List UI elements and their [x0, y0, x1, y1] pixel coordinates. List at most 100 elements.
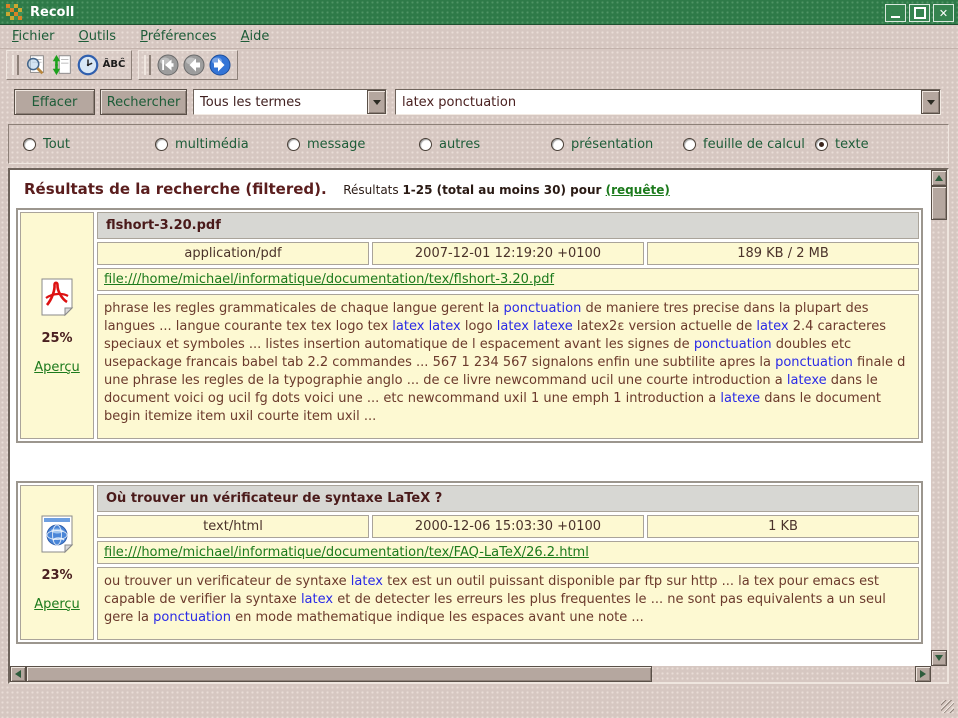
filter-option-texte[interactable]: texte [815, 137, 869, 152]
horizontal-scroll-thumb[interactable] [26, 666, 652, 682]
highlighted-term: latexe [720, 391, 760, 406]
next-page-icon [208, 53, 232, 77]
filter-option-présentation[interactable]: présentation [551, 137, 683, 152]
horizontal-scroll-track[interactable] [652, 666, 915, 682]
triangle-right-icon [920, 670, 926, 678]
vertical-scrollbar[interactable] [931, 170, 947, 666]
term-explorer-button[interactable]: ÂBĈ [101, 52, 127, 78]
results-list: 25% Aperçu flshort-3.20.pdf application/… [16, 208, 931, 644]
menu-item-preferences[interactable]: Préférences [128, 27, 228, 46]
search-mode-select[interactable]: Tous les termes [193, 89, 387, 115]
result-snippet: ou trouver un verificateur de syntaxe la… [97, 567, 919, 640]
next-page-button[interactable] [207, 52, 233, 78]
results-content: Résultats de la recherche (filtered). Ré… [10, 170, 931, 666]
highlighted-term: ponctuation [153, 610, 231, 625]
menu-item-aide[interactable]: Aide [229, 27, 282, 46]
filter-option-message[interactable]: message [287, 137, 419, 152]
vertical-scroll-thumb[interactable] [931, 186, 947, 220]
result-meta-row: application/pdf 2007-12-01 12:19:20 +010… [97, 242, 919, 265]
relevance-percent: 23% [41, 568, 72, 583]
result-url-link[interactable]: file:///home/michael/informatique/docume… [104, 545, 589, 560]
menu-accel: P [140, 29, 148, 44]
radio-icon[interactable] [155, 138, 168, 151]
filter-option-tout[interactable]: Tout [23, 137, 155, 152]
result-item: 23% Aperçu Où trouver un vérificateur de… [16, 481, 923, 644]
result-date: 2000-12-06 15:03:30 +0100 [372, 515, 644, 538]
query-link[interactable]: (requête) [606, 183, 670, 197]
chevron-down-icon[interactable] [367, 90, 386, 114]
filter-label: feuille de calcul [703, 137, 805, 152]
history-button[interactable] [75, 52, 101, 78]
results-count-prefix: Résultats [343, 183, 402, 197]
highlighted-term: latexe [533, 319, 573, 334]
toolbar-grip[interactable] [12, 55, 19, 75]
menu-accel: O [79, 29, 89, 44]
scroll-right-button[interactable] [915, 666, 931, 682]
preview-link[interactable]: Aperçu [34, 597, 80, 612]
result-date: 2007-12-01 12:19:20 +0100 [372, 242, 644, 265]
maximize-icon [914, 7, 926, 19]
triangle-down-icon [935, 655, 943, 661]
close-button[interactable]: ✕ [933, 4, 954, 22]
term-explorer-icon: ÂBĈ [103, 59, 126, 70]
result-side-column: 23% Aperçu [20, 485, 94, 640]
title-bar[interactable]: Recoll ✕ [0, 0, 958, 25]
new-search-button[interactable] [23, 52, 49, 78]
preview-link[interactable]: Aperçu [34, 360, 80, 375]
result-snippet: phrase les regles grammaticales de chaqu… [97, 294, 919, 439]
filter-option-feuille-de-calcul[interactable]: feuille de calcul [683, 137, 815, 152]
highlighted-term: ponctuation [694, 337, 772, 352]
radio-icon[interactable] [23, 138, 36, 151]
recoll-window: Recoll ✕ FichierOutilsPréférencesAide [0, 0, 958, 718]
triangle-left-icon [15, 670, 21, 678]
highlighted-term: ponctuation [775, 355, 853, 370]
close-icon: ✕ [939, 8, 948, 19]
scroll-up-button[interactable] [931, 170, 947, 186]
radio-icon[interactable] [683, 138, 696, 151]
result-side-column: 25% Aperçu [20, 212, 94, 439]
search-button[interactable]: Rechercher [100, 89, 187, 115]
result-size: 1 KB [647, 515, 919, 538]
minimize-button[interactable] [885, 4, 906, 22]
result-mime-type: application/pdf [97, 242, 369, 265]
first-page-button[interactable] [155, 52, 181, 78]
filter-label: Tout [43, 137, 70, 152]
filter-label: autres [439, 137, 480, 152]
menu-item-outils[interactable]: Outils [67, 27, 129, 46]
scroll-down-button[interactable] [931, 650, 947, 666]
snippet-text: ou trouver un verificateur de syntaxe [104, 574, 351, 589]
scroll-left-button[interactable] [10, 666, 26, 682]
filter-bar: Tout multimédia message autres présentation f… [8, 124, 949, 164]
toolbar-grip[interactable] [144, 55, 151, 75]
result-url-link[interactable]: file:///home/michael/informatique/docume… [104, 272, 554, 287]
radio-selected-icon[interactable] [815, 138, 828, 151]
prev-page-button[interactable] [181, 52, 207, 78]
resize-grip-icon[interactable] [941, 700, 954, 713]
maximize-button[interactable] [909, 4, 930, 22]
filter-label: texte [835, 137, 869, 152]
highlighted-term: ponctuation [504, 301, 582, 316]
horizontal-scrollbar[interactable] [10, 666, 931, 682]
result-title: flshort-3.20.pdf [97, 212, 919, 239]
radio-icon[interactable] [551, 138, 564, 151]
menu-item-fichier[interactable]: Fichier [0, 27, 67, 46]
chevron-down-icon[interactable] [921, 90, 940, 114]
sort-button[interactable] [49, 52, 75, 78]
filter-option-autres[interactable]: autres [419, 137, 551, 152]
clear-button[interactable]: Effacer [14, 89, 95, 115]
snippet-text: logo [461, 319, 497, 334]
filter-label: message [307, 137, 365, 152]
highlighted-term: latex [497, 319, 529, 334]
menu-label: ide [249, 29, 269, 44]
results-panel: Résultats de la recherche (filtered). Ré… [8, 168, 949, 684]
sort-icon [50, 53, 74, 77]
query-input[interactable] [396, 92, 921, 112]
radio-icon[interactable] [419, 138, 432, 151]
query-combobox[interactable] [395, 89, 941, 115]
radio-icon[interactable] [287, 138, 300, 151]
minimize-icon [891, 16, 900, 18]
toolbar-group-pages [138, 50, 238, 80]
search-row: Effacer Rechercher Tous les termes [0, 88, 958, 116]
vertical-scroll-track[interactable] [931, 220, 947, 650]
filter-option-multimédia[interactable]: multimédia [155, 137, 287, 152]
